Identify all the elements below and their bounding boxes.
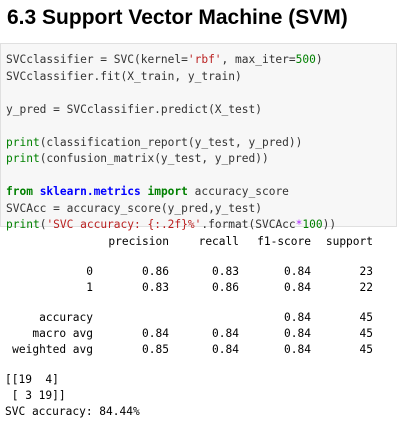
code-module: sklearn.metrics: [32, 185, 148, 198]
report-cell: 22: [359, 281, 373, 294]
code-line-1: SVCclassifier = SVC(kernel='rbf', max_it…: [6, 52, 336, 69]
code-line-2: SVCclassifier.fit(X_train, y_train): [6, 69, 242, 83]
code-number: 500: [295, 53, 316, 66]
report-cell: 0.84: [212, 327, 239, 340]
code-text: (confusion_matrix(y_test, y_pred)): [39, 152, 269, 165]
report-row-label: 1: [86, 281, 93, 294]
report-cell: 0.86: [212, 281, 239, 294]
report-row-label: accuracy: [39, 311, 93, 324]
code-text: )): [322, 218, 337, 231]
report-cell: 0.86: [142, 265, 169, 278]
report-header-support: support: [325, 235, 373, 248]
code-builtin: print: [6, 218, 40, 231]
code-string: 'SVC accuracy: {:.2f}%': [46, 218, 202, 231]
code-number: 100: [302, 218, 323, 231]
report-cell: 0.84: [284, 311, 311, 324]
code-text: (classification_report(y_test, y_pred)): [39, 135, 303, 149]
report-cell: 0.84: [284, 327, 311, 340]
code-keyword: from: [6, 185, 33, 198]
code-text: , max_iter=: [221, 53, 296, 66]
report-cell: 0.84: [284, 281, 311, 294]
code-text: SVCclassifier = SVC(kernel=: [6, 53, 188, 66]
report-header-precision: precision: [108, 235, 169, 248]
report-cell: 0.83: [212, 265, 239, 278]
report-cell: 0.84: [142, 327, 169, 340]
report-cell: 0.84: [284, 265, 311, 278]
report-cell: 45: [359, 327, 373, 340]
code-block: SVCclassifier = SVC(kernel='rbf', max_it…: [6, 52, 336, 234]
code-text: .format(SVCAcc: [201, 218, 296, 231]
report-weighted-row: weighted avg 0.85 0.84 0.84 45: [5, 343, 400, 359]
report-row: 1 0.83 0.86 0.84 22: [5, 281, 400, 297]
report-accuracy-row: accuracy 0.84 45: [5, 311, 400, 327]
report-cell: 45: [359, 311, 373, 324]
code-text: accuracy_score: [187, 185, 289, 198]
code-builtin: print: [6, 152, 40, 165]
report-row-label: 0: [86, 265, 93, 278]
report-cell: 45: [359, 343, 373, 356]
code-keyword: import: [147, 185, 188, 198]
code-builtin: print: [6, 135, 40, 149]
code-line-7: SVCAcc = accuracy_score(y_pred,y_test): [6, 201, 262, 215]
report-row-label: macro avg: [32, 327, 93, 340]
code-line-5: print(confusion_matrix(y_test, y_pred)): [6, 151, 336, 168]
report-header-recall: recall: [198, 235, 239, 248]
report-header-f1: f1-score: [257, 235, 311, 248]
report-cell: 0.85: [142, 343, 169, 356]
confusion-matrix-line: [ 3 19]]: [5, 389, 66, 402]
code-line-6: from sklearn.metrics import accuracy_sco…: [6, 184, 336, 201]
code-line-3: y_pred = SVCclassifier.predict(X_test): [6, 102, 262, 116]
code-string: 'rbf': [187, 53, 222, 66]
report-cell: 23: [359, 265, 373, 278]
report-cell: 0.84: [284, 343, 311, 356]
accuracy-output: SVC accuracy: 84.44%: [5, 405, 140, 418]
code-cell[interactable]: SVCclassifier = SVC(kernel='rbf', max_it…: [0, 43, 397, 231]
code-line-8: print('SVC accuracy: {:.2f}%'.format(SVC…: [6, 217, 336, 234]
report-header: precision recall f1-score support: [5, 235, 400, 251]
report-macro-row: macro avg 0.84 0.84 0.84 45: [5, 327, 400, 343]
code-text: ): [315, 53, 323, 66]
report-cell: 0.84: [212, 343, 239, 356]
report-row: 0 0.86 0.83 0.84 23: [5, 265, 400, 281]
report-cell: 0.83: [142, 281, 169, 294]
report-row-label: weighted avg: [12, 343, 93, 356]
confusion-matrix-line: [[19 4]: [5, 373, 59, 386]
section-heading: 6.3 Support Vector Machine (SVM): [7, 6, 348, 29]
code-line-4: print(classification_report(y_test, y_pr…: [6, 135, 336, 152]
